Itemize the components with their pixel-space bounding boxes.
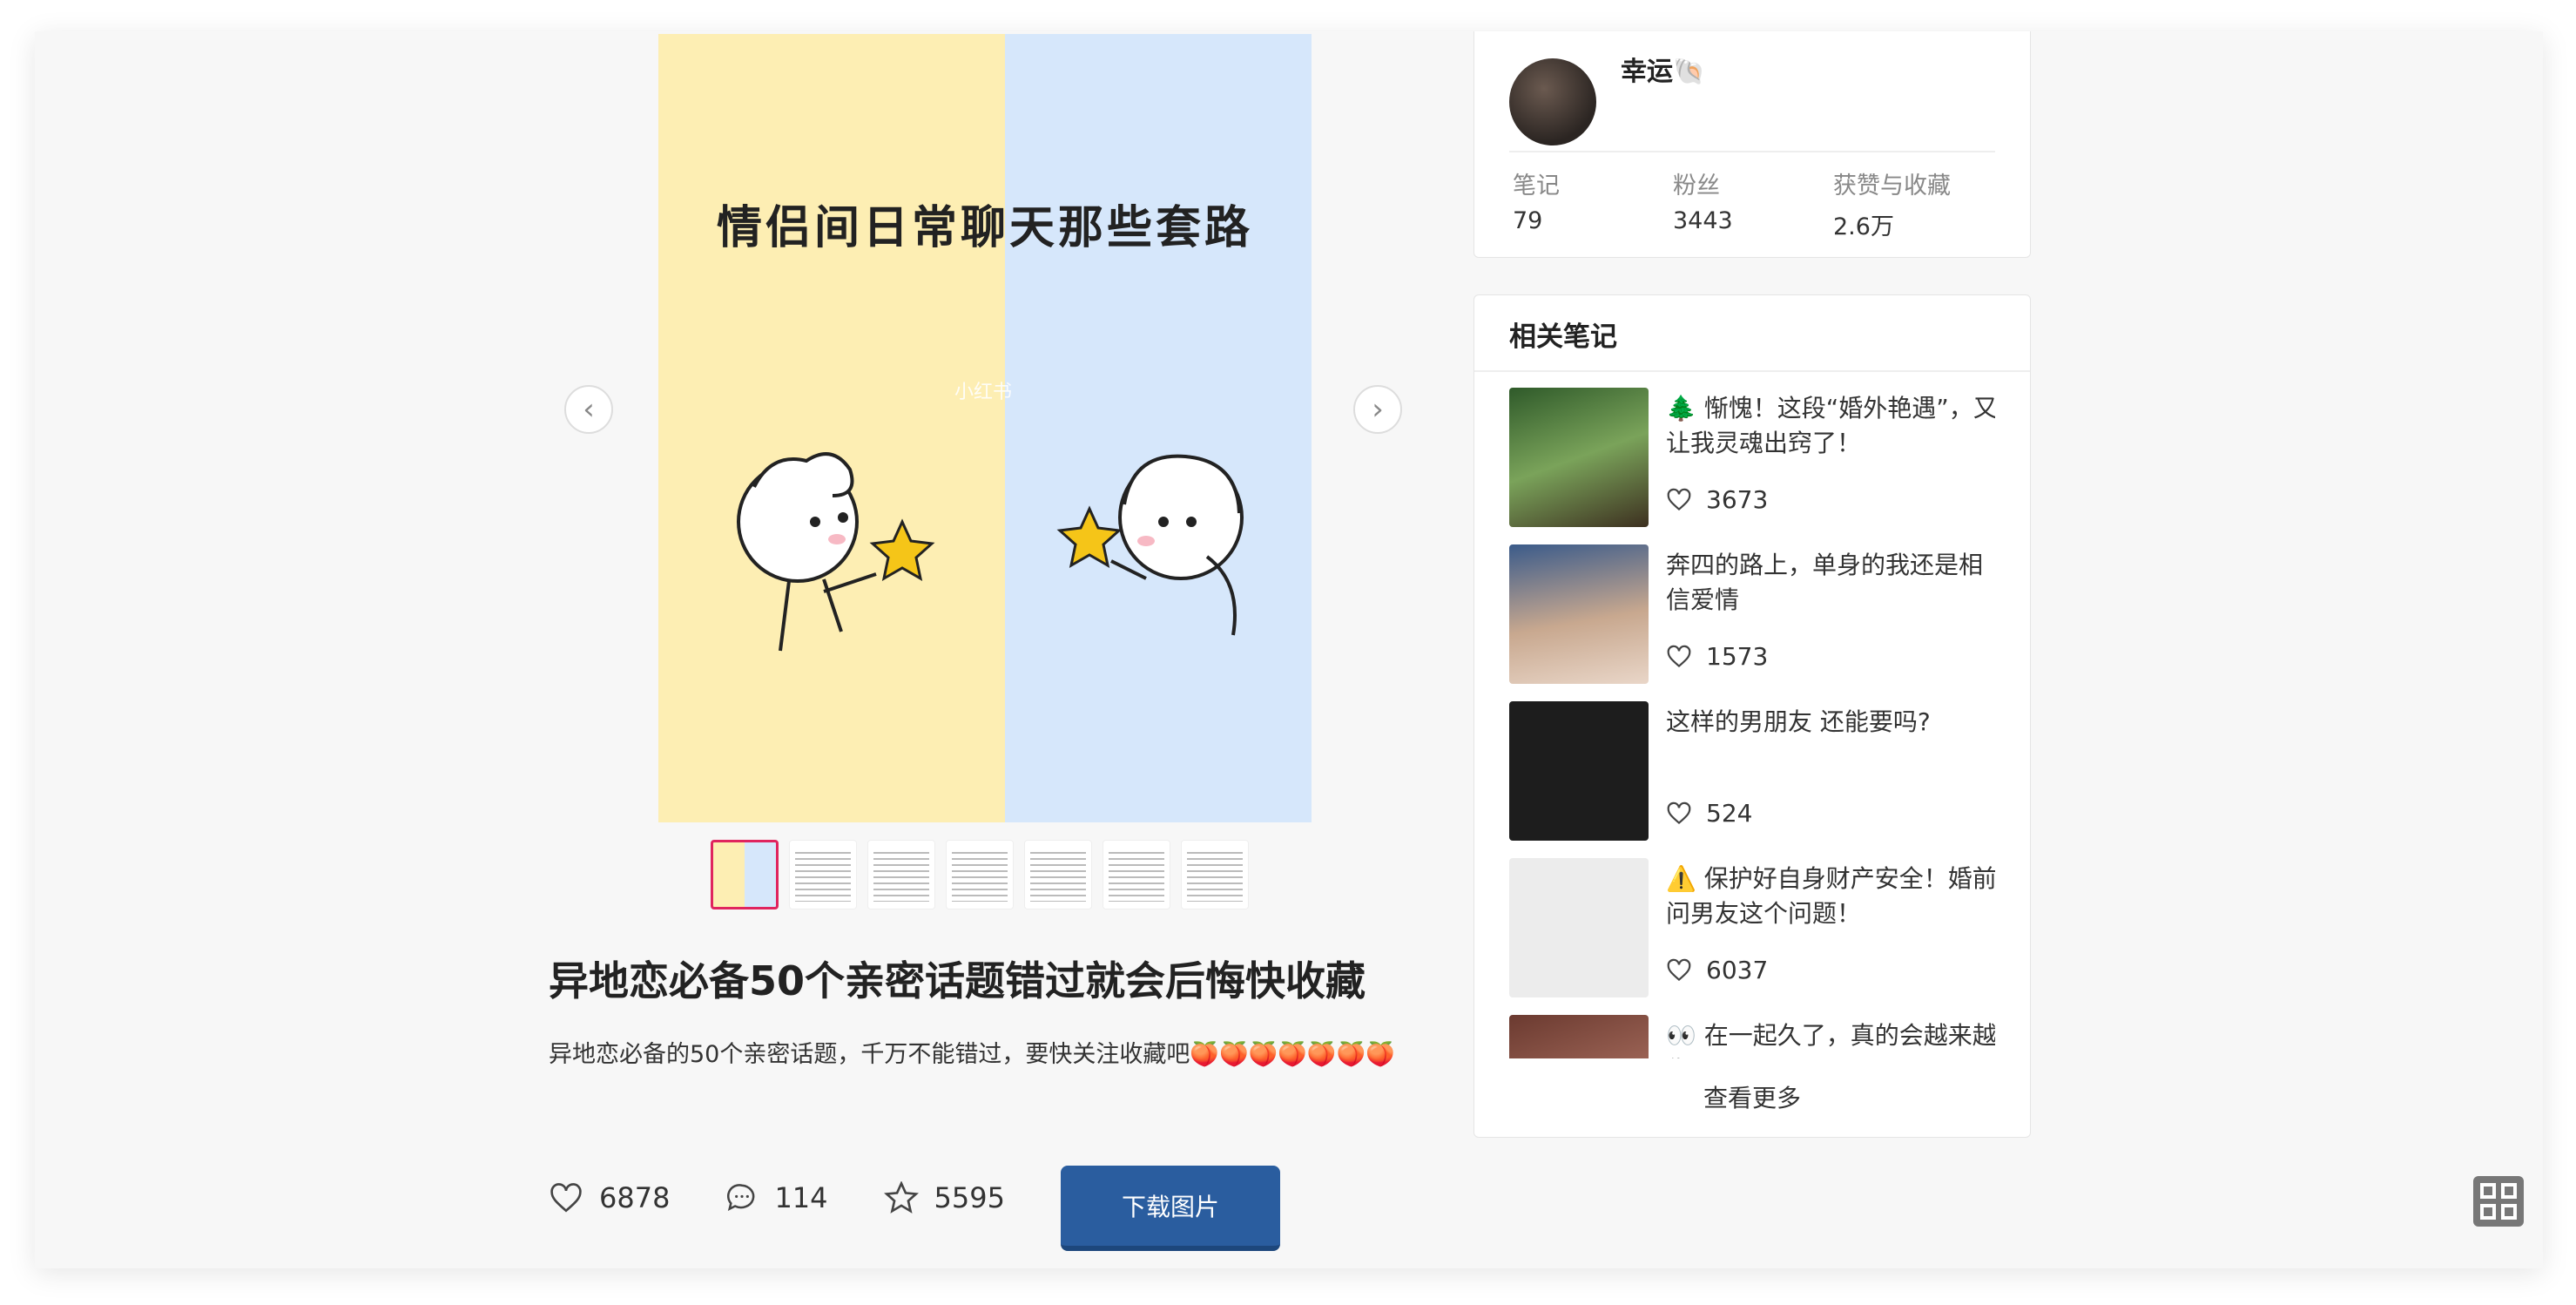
thumbnail-3[interactable] xyxy=(867,840,935,909)
heart-icon xyxy=(1667,801,1691,825)
stat-value: 79 xyxy=(1513,207,1543,234)
divider xyxy=(1509,151,1995,152)
favorite-count: 5595 xyxy=(934,1181,1005,1214)
divider xyxy=(1474,370,2030,372)
comment-count: 114 xyxy=(774,1181,828,1214)
related-likes: 1573 xyxy=(1666,642,1768,671)
related-like-count: 1573 xyxy=(1706,642,1769,671)
heart-icon xyxy=(1667,958,1691,982)
heart-icon xyxy=(550,1183,582,1213)
related-notes-card: 相关笔记 🌲 惭愧！这段“婚外艳遇”，又让我灵魂出窍了！ 3673 奔四的路上，… xyxy=(1473,294,2031,1138)
note-title: 异地恋必备50个亲密话题错过就会后悔快收藏 xyxy=(549,957,1366,1004)
avatar[interactable] xyxy=(1509,58,1596,145)
prev-image-button[interactable]: ‹ xyxy=(564,385,613,434)
stat-likes-collects: 获赞与收藏 2.6万 xyxy=(1833,166,1951,241)
related-thumbnail xyxy=(1509,858,1649,997)
stat-value: 3443 xyxy=(1673,207,1733,234)
related-item[interactable]: 这样的男朋友 还能要吗? 524 xyxy=(1509,701,1995,858)
related-thumbnail xyxy=(1509,1015,1649,1058)
related-thumbnail xyxy=(1509,388,1649,527)
stat-notes: 笔记 79 xyxy=(1513,166,1560,234)
related-thumbnail xyxy=(1509,701,1649,841)
related-title: 奔四的路上，单身的我还是相信爱情 xyxy=(1666,551,1984,614)
author-card: 幸运🐚 笔记 79 粉丝 3443 获赞与收藏 2.6万 xyxy=(1473,31,2031,258)
related-likes: 6037 xyxy=(1666,956,1768,984)
thumbnail-6[interactable] xyxy=(1103,840,1170,909)
star-right xyxy=(1056,505,1123,568)
qr-code-icon[interactable] xyxy=(2473,1176,2524,1227)
boy-illustration xyxy=(737,452,877,652)
stat-value: 2.6万 xyxy=(1833,213,1894,240)
author-name[interactable]: 幸运🐚 xyxy=(1621,50,1705,88)
like-button[interactable]: 6878 xyxy=(549,1181,670,1214)
view-more-link[interactable]: 查看更多 xyxy=(1474,1079,2030,1114)
related-list: 🌲 惭愧！这段“婚外艳遇”，又让我灵魂出窍了！ 3673 奔四的路上，单身的我还… xyxy=(1509,388,1995,1058)
thumbnail-1[interactable] xyxy=(711,840,779,909)
stat-label: 笔记 xyxy=(1513,172,1560,199)
note-detail-page: 情侣间日常聊天那些套路 小红书 ‹ › 异地恋必备50个亲密话题错过就会后悔快收… xyxy=(35,31,2543,1268)
like-count: 6878 xyxy=(599,1181,671,1214)
thumbnail-4[interactable] xyxy=(946,840,1014,909)
related-item[interactable]: 👀 在一起久了，真的会越来越像吗？😊 xyxy=(1509,1015,1995,1058)
related-heading: 相关笔记 xyxy=(1509,321,1617,353)
related-item[interactable]: 奔四的路上，单身的我还是相信爱情 1573 xyxy=(1509,544,1995,701)
thumbnail-strip xyxy=(711,840,1249,909)
related-title: 这样的男朋友 还能要吗? xyxy=(1666,707,1931,736)
related-likes: 524 xyxy=(1666,799,1752,828)
thumbnail-2[interactable] xyxy=(789,840,857,909)
comment-button[interactable]: 114 xyxy=(725,1181,828,1214)
girl-illustration xyxy=(1110,454,1244,636)
stat-label: 粉丝 xyxy=(1673,172,1720,199)
note-description: 异地恋必备的50个亲密话题，千万不能错过，要快关注收藏吧🍑🍑🍑🍑🍑🍑🍑 xyxy=(549,1041,1395,1068)
thumbnail-7[interactable] xyxy=(1181,840,1249,909)
related-item[interactable]: 🌲 惭愧！这段“婚外艳遇”，又让我灵魂出窍了！ 3673 xyxy=(1509,388,1995,544)
related-like-count: 524 xyxy=(1706,799,1753,828)
note-cover-image[interactable]: 情侣间日常聊天那些套路 小红书 xyxy=(658,34,1312,822)
note-actions: 6878 114 5595 xyxy=(549,1181,1061,1214)
related-like-count: 6037 xyxy=(1706,956,1769,984)
heart-icon xyxy=(1667,645,1691,668)
related-thumbnail xyxy=(1509,544,1649,684)
comment-icon xyxy=(727,1184,755,1212)
next-image-button[interactable]: › xyxy=(1353,385,1402,434)
related-likes: 3673 xyxy=(1666,485,1768,514)
related-like-count: 3673 xyxy=(1706,485,1769,514)
chevron-left-icon: ‹ xyxy=(583,392,595,427)
related-title: 🌲 惭愧！这段“婚外艳遇”，又让我灵魂出窍了！ xyxy=(1666,394,1995,457)
stat-fans: 粉丝 3443 xyxy=(1673,166,1733,234)
related-title: 👀 在一起久了，真的会越来越像吗？😊 xyxy=(1666,1021,1995,1058)
cover-illustration xyxy=(737,452,1244,652)
download-image-button[interactable]: 下载图片 xyxy=(1061,1166,1280,1251)
related-title: ⚠️ 保护好自身财产安全！婚前问男友这个问题！ xyxy=(1666,864,1995,928)
heart-icon xyxy=(1667,488,1691,511)
star-left xyxy=(869,518,935,581)
stat-label: 获赞与收藏 xyxy=(1833,172,1951,199)
star-icon xyxy=(883,1181,919,1214)
thumbnail-5[interactable] xyxy=(1024,840,1092,909)
favorite-button[interactable]: 5595 xyxy=(883,1181,1005,1214)
related-item[interactable]: ⚠️ 保护好自身财产安全！婚前问男友这个问题！ 6037 xyxy=(1509,858,1995,1015)
chevron-right-icon: › xyxy=(1372,392,1384,427)
